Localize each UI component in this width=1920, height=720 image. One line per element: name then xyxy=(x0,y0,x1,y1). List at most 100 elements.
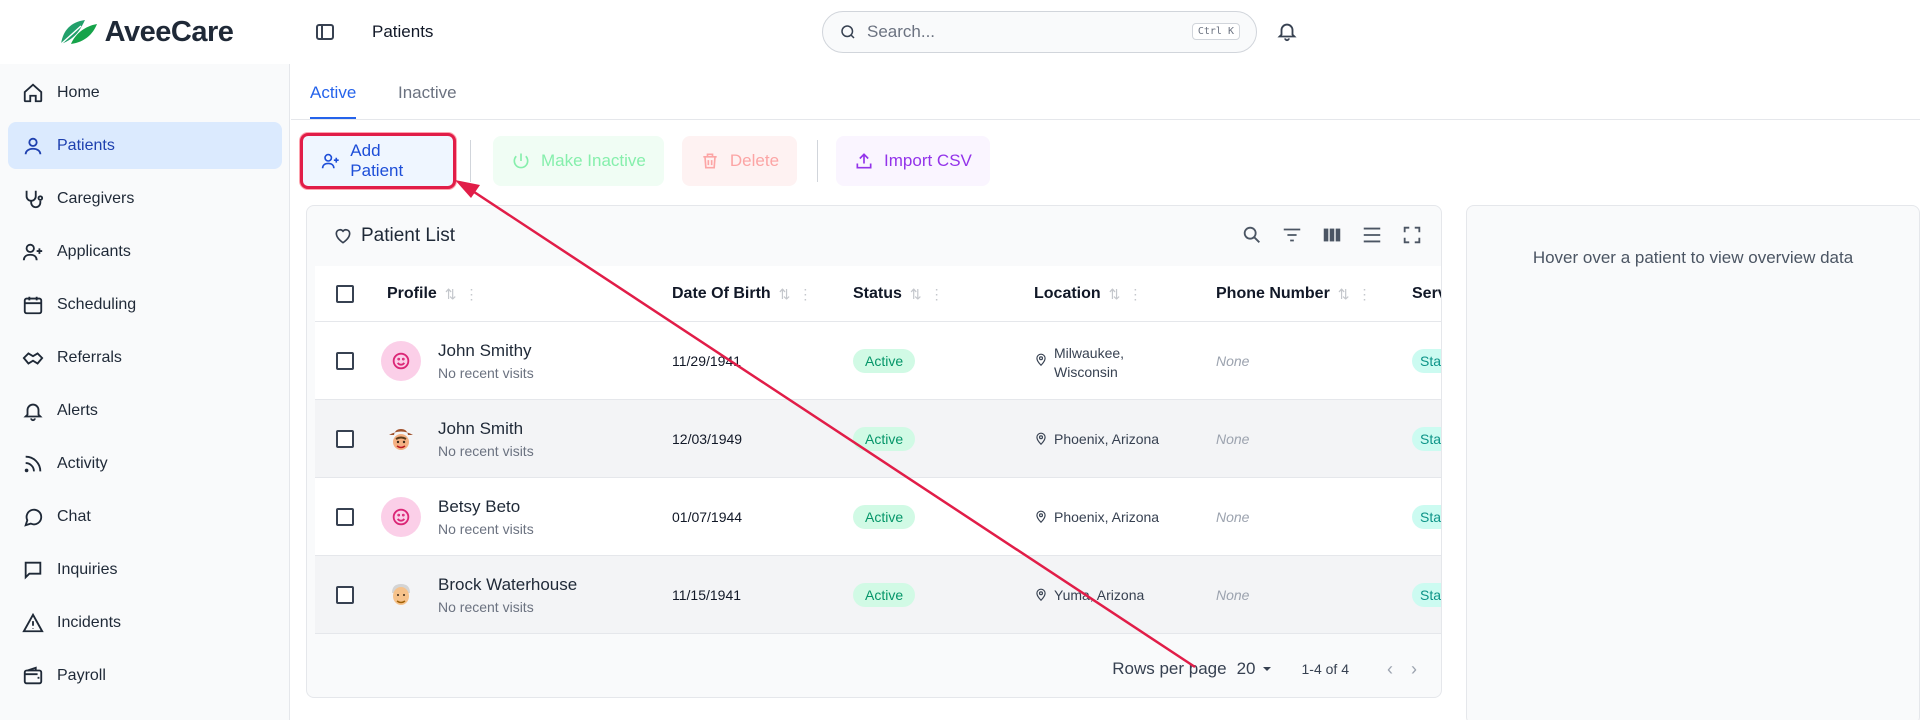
heart-icon xyxy=(335,228,351,244)
delete-button[interactable]: Delete xyxy=(681,136,798,186)
table-row[interactable]: Betsy Beto No recent visits 01/07/1944 A… xyxy=(315,478,1441,556)
patient-location: Yuma, Arizona xyxy=(1034,587,1144,603)
sidebar-item-label: Alerts xyxy=(57,401,98,419)
rows-per-page-select[interactable]: 20 xyxy=(1237,659,1272,679)
avatar xyxy=(381,575,421,615)
patient-name[interactable]: Betsy Beto xyxy=(438,497,520,517)
row-checkbox[interactable] xyxy=(336,586,354,604)
column-label: Serv xyxy=(1412,285,1441,302)
status-badge: Active xyxy=(853,583,916,607)
row-checkbox[interactable] xyxy=(336,352,354,370)
patient-list-title-text: Patient List xyxy=(361,225,455,246)
density-icon[interactable] xyxy=(1361,224,1383,246)
sidebar-item-label: Inquiries xyxy=(57,560,118,578)
column-menu-icon[interactable]: ⋮ xyxy=(1128,286,1142,303)
patient-dob: 01/07/1944 xyxy=(672,509,743,525)
patient-dob: 11/29/1941 xyxy=(672,353,742,369)
patient-phone: None xyxy=(1216,509,1250,525)
column-label: Date Of Birth xyxy=(672,285,771,302)
column-header-profile[interactable]: Profile ⇅ ⋮ xyxy=(387,285,479,303)
sidebar-item-applicants[interactable]: Applicants xyxy=(8,228,282,275)
patient-name[interactable]: John Smithy xyxy=(438,341,532,361)
sidebar-item-chat[interactable]: Chat xyxy=(8,493,282,540)
delete-label: Delete xyxy=(729,151,780,170)
sidebar-item-inquiries[interactable]: Inquiries xyxy=(8,546,282,593)
patient-name[interactable]: Brock Waterhouse xyxy=(438,575,577,595)
column-header-phone[interactable]: Phone Number ⇅ ⋮ xyxy=(1216,285,1372,303)
search-icon[interactable] xyxy=(1241,224,1263,246)
sidebar-item-incidents[interactable]: Incidents xyxy=(8,599,282,646)
handshake-icon xyxy=(22,351,44,365)
map-pin-icon xyxy=(1036,510,1046,524)
sidebar-item-activity[interactable]: Activity xyxy=(8,440,282,487)
trash-icon xyxy=(703,153,717,169)
status-badge: Active xyxy=(853,349,916,373)
stethoscope-icon xyxy=(25,190,44,208)
fullscreen-icon[interactable] xyxy=(1401,224,1423,246)
table-header-row: Profile ⇅ ⋮ Date Of Birth ⇅ ⋮ Status ⇅ ⋮… xyxy=(315,266,1441,322)
pagination-controls: ‹ › xyxy=(1387,659,1417,680)
sidebar-item-caregivers[interactable]: Caregivers xyxy=(8,175,282,222)
table-row[interactable]: Brock Waterhouse No recent visits 11/15/… xyxy=(315,556,1441,634)
sidebar-item-alerts[interactable]: Alerts xyxy=(8,387,282,434)
upload-icon xyxy=(856,153,872,169)
status-tabs: Active Inactive xyxy=(291,72,1920,120)
column-menu-icon[interactable]: ⋮ xyxy=(465,286,479,303)
row-checkbox[interactable] xyxy=(336,508,354,526)
column-header-service[interactable]: Serv xyxy=(1412,285,1441,303)
search-input[interactable] xyxy=(867,22,1167,42)
rows-per-page-value: 20 xyxy=(1236,659,1256,678)
patient-phone: None xyxy=(1216,587,1250,603)
table-row[interactable]: John Smith No recent visits 12/03/1949 A… xyxy=(315,400,1441,478)
patient-list-title: Patient List xyxy=(333,225,455,247)
table-row[interactable]: John Smithy No recent visits 11/29/1941 … xyxy=(315,322,1441,400)
column-header-location[interactable]: Location ⇅ ⋮ xyxy=(1034,285,1142,303)
sidebar-item-scheduling[interactable]: Scheduling xyxy=(8,281,282,328)
brand[interactable]: AveeCare xyxy=(0,0,290,64)
sort-icon[interactable]: ⇅ xyxy=(445,286,457,303)
filter-icon[interactable] xyxy=(1281,224,1303,246)
sort-icon[interactable]: ⇅ xyxy=(1109,286,1121,303)
sidebar-item-payroll[interactable]: Payroll xyxy=(8,652,282,699)
tab-inactive[interactable]: Inactive xyxy=(398,83,457,117)
tab-active[interactable]: Active xyxy=(310,83,357,119)
leaf-logo-icon xyxy=(60,20,97,45)
sidebar-item-patients[interactable]: Patients xyxy=(8,122,282,169)
search-bar[interactable]: Ctrl K xyxy=(822,11,1257,53)
column-header-status[interactable]: Status ⇅ ⋮ xyxy=(853,285,944,303)
location-line: Phoenix, Arizona xyxy=(1054,431,1160,447)
column-menu-icon[interactable]: ⋮ xyxy=(798,286,812,303)
chevron-right-icon[interactable]: › xyxy=(1411,659,1417,680)
location-line: Yuma, Arizona xyxy=(1054,587,1145,603)
sidebar-item-label: Scheduling xyxy=(57,295,137,313)
sort-icon[interactable]: ⇅ xyxy=(779,286,791,303)
table-tools xyxy=(1241,224,1423,246)
bell-icon xyxy=(23,403,43,421)
column-header-dob[interactable]: Date Of Birth ⇅ ⋮ xyxy=(672,285,812,303)
column-label: Location xyxy=(1034,285,1101,302)
sidebar-item-home[interactable]: Home xyxy=(8,69,282,116)
user-icon xyxy=(24,137,42,154)
patient-location: Milwaukee, Wisconsin xyxy=(1034,344,1124,382)
sidebar-item-label: Home xyxy=(57,83,100,101)
make-inactive-button[interactable]: Make Inactive xyxy=(493,136,664,186)
add-patient-button[interactable]: Add Patient xyxy=(300,133,456,189)
chevron-left-icon[interactable]: ‹ xyxy=(1387,659,1393,680)
sidebar-item-referrals[interactable]: Referrals xyxy=(8,334,282,381)
warning-icon xyxy=(22,612,44,632)
patient-list-header: Patient List xyxy=(307,206,1441,266)
columns-icon[interactable] xyxy=(1321,224,1343,246)
column-menu-icon[interactable]: ⋮ xyxy=(930,286,944,303)
patient-name[interactable]: John Smith xyxy=(438,419,523,439)
select-all-checkbox[interactable] xyxy=(336,285,354,303)
column-menu-icon[interactable]: ⋮ xyxy=(1358,286,1372,303)
row-checkbox[interactable] xyxy=(336,430,354,448)
sort-icon[interactable]: ⇅ xyxy=(1338,286,1350,303)
sidebar-toggle-icon[interactable] xyxy=(313,20,337,44)
avatar xyxy=(381,419,421,459)
import-csv-button[interactable]: Import CSV xyxy=(836,136,990,186)
sidebar-item-label: Caregivers xyxy=(57,189,135,207)
notifications-bell-icon[interactable] xyxy=(1276,20,1298,42)
power-icon xyxy=(513,153,529,169)
sort-icon[interactable]: ⇅ xyxy=(910,286,922,303)
